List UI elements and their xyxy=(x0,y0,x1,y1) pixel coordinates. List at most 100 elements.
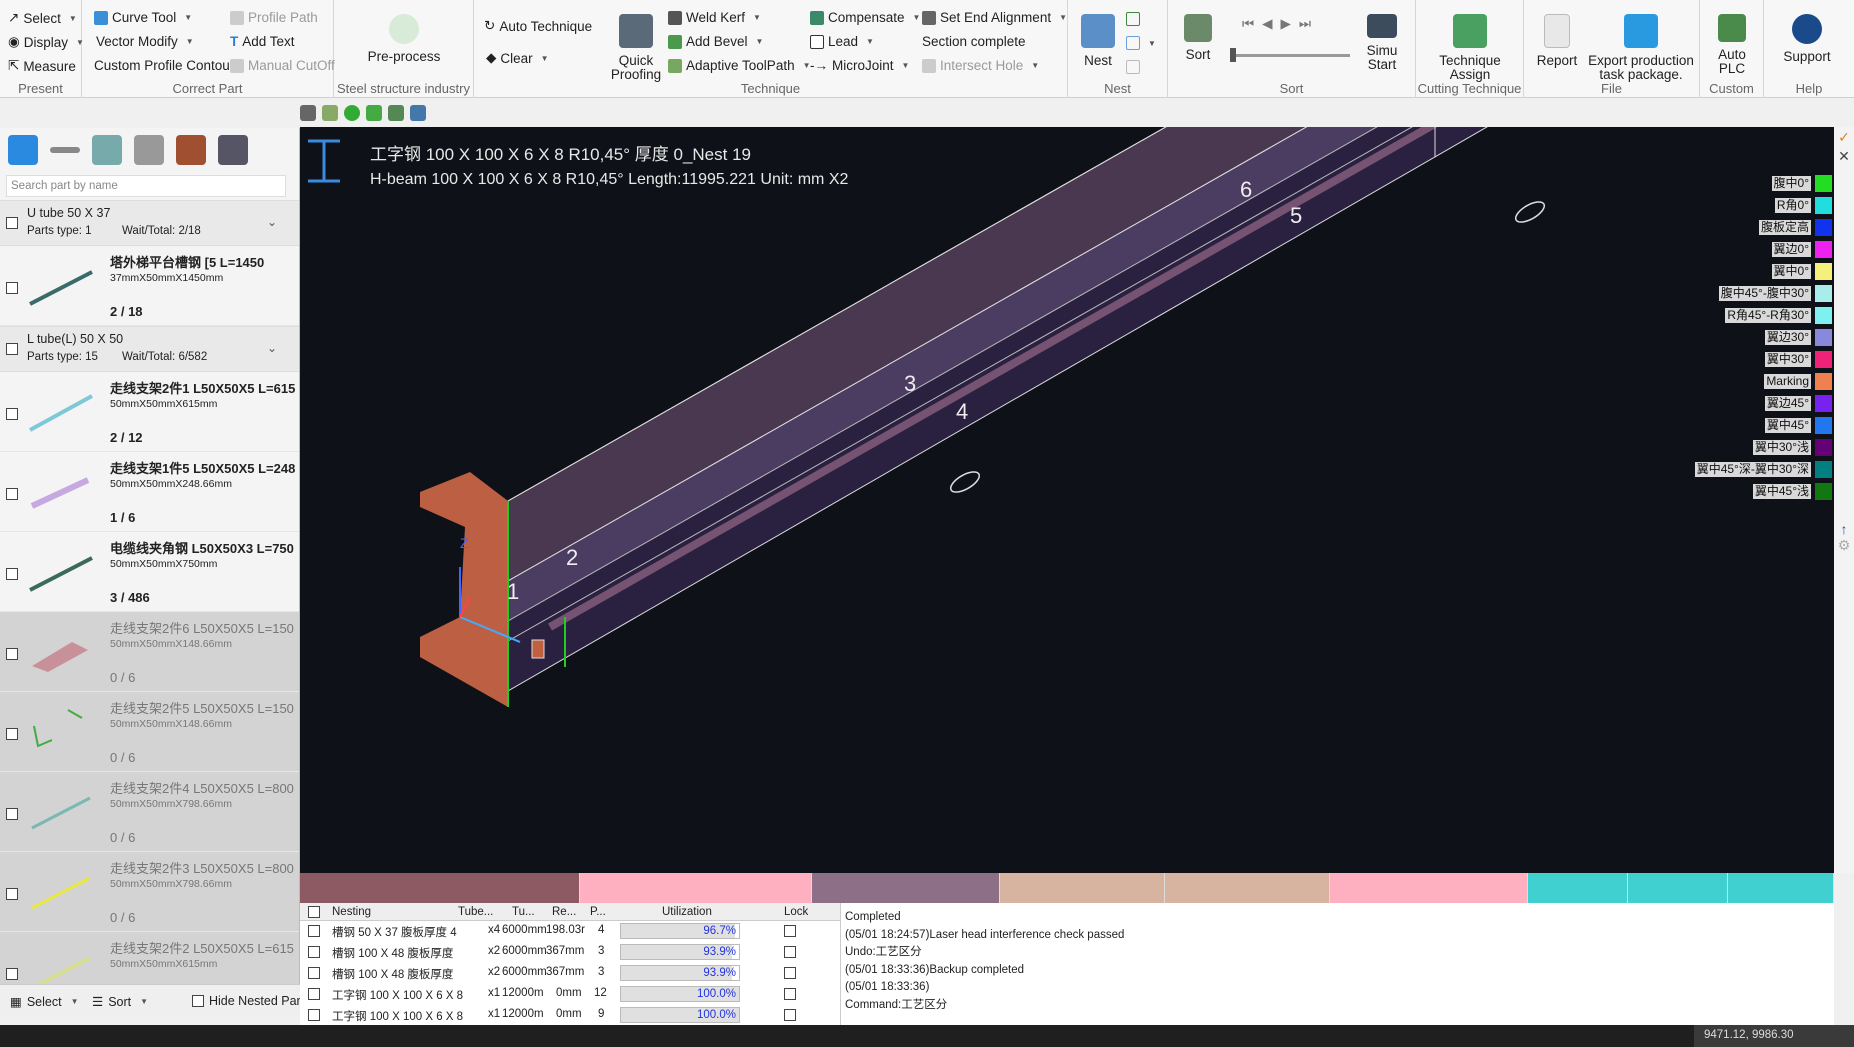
hide-nested-checkbox[interactable]: Hide Nested Part xyxy=(192,994,304,1008)
cut-label[interactable]: 4 xyxy=(956,399,968,425)
edit-list-icon[interactable] xyxy=(218,135,248,165)
lead-button[interactable]: Lead ▼ xyxy=(810,34,874,49)
add-text-button[interactable]: T Add Text xyxy=(230,34,295,49)
col-nesting[interactable]: Nesting xyxy=(332,906,371,918)
sort-slider[interactable] xyxy=(1230,54,1350,57)
report-button[interactable]: Report xyxy=(1534,14,1580,68)
sort-slider-thumb[interactable] xyxy=(1230,48,1236,62)
col-tu[interactable]: Tu... xyxy=(512,906,535,918)
part-checkbox[interactable] xyxy=(6,808,18,820)
3d-viewport[interactable]: 工字钢 100 X 100 X 6 X 8 R10,45° 厚度 0_Nest … xyxy=(300,127,1834,873)
nest-option-1[interactable] xyxy=(1126,12,1140,26)
confirm-icon[interactable]: ✓ xyxy=(1834,129,1854,146)
group-checkbox[interactable] xyxy=(6,343,18,355)
row-checkbox[interactable] xyxy=(308,946,320,958)
part-checkbox[interactable] xyxy=(6,888,18,900)
part-item[interactable]: 走线支架2件3 L50X50X5 L=800 50mmX50mmX798.66m… xyxy=(0,852,299,932)
gear-icon[interactable]: ⚙ xyxy=(1834,537,1854,554)
part-item[interactable]: 走线支架2件4 L50X50X5 L=800 50mmX50mmX798.66m… xyxy=(0,772,299,852)
bottom-select-button[interactable]: ▦ Select ▼ xyxy=(10,994,78,1010)
set-end-alignment-button[interactable]: Set End Alignment ▼ xyxy=(922,10,1067,25)
custom-profile-contour-button[interactable]: Custom Profile Contour xyxy=(94,58,234,73)
display-button[interactable]: ◉ Display ▼ xyxy=(8,34,84,50)
measure-button[interactable]: ⇱ Measure xyxy=(8,58,76,74)
pen-tool-icon[interactable] xyxy=(322,105,338,121)
sort-button[interactable]: Sort xyxy=(1176,14,1220,62)
part-checkbox[interactable] xyxy=(6,568,18,580)
nest-button[interactable]: Nest xyxy=(1076,14,1120,68)
lock-checkbox[interactable] xyxy=(784,988,796,1000)
legend-row[interactable]: 翼中45° xyxy=(1592,414,1832,436)
legend-row[interactable]: 翼边45° xyxy=(1592,392,1832,414)
clear-button[interactable]: ◆ Clear ▼ xyxy=(486,50,549,66)
part-checkbox[interactable] xyxy=(6,728,18,740)
manual-cutoff-button[interactable]: Manual CutOff xyxy=(230,58,335,73)
strip-segment[interactable] xyxy=(1000,873,1165,903)
legend-row[interactable]: 翼中45°深-翼中30°深 xyxy=(1592,458,1832,480)
strip-segment[interactable] xyxy=(1728,873,1834,903)
lock-checkbox[interactable] xyxy=(784,1009,796,1021)
hand-tool-icon[interactable] xyxy=(410,105,426,121)
col-re[interactable]: Re... xyxy=(552,906,576,918)
lock-checkbox[interactable] xyxy=(784,946,796,958)
legend-row[interactable]: 翼中0° xyxy=(1592,260,1832,282)
legend-row[interactable]: 翼边30° xyxy=(1592,326,1832,348)
part-group-header[interactable]: L tube(L) 50 X 50 Parts type: 15 Wait/To… xyxy=(0,326,299,372)
part-item[interactable]: 走线支架1件5 L50X50X5 L=248 50mmX50mmX248.66m… xyxy=(0,452,299,532)
select-button[interactable]: ↗ Select ▼ xyxy=(8,10,77,26)
col-utilization[interactable]: Utilization xyxy=(662,906,712,918)
search-part-input[interactable]: Search part by name xyxy=(6,175,286,197)
cut-label[interactable]: 6 xyxy=(1240,177,1252,203)
strip-segment[interactable] xyxy=(1528,873,1628,903)
import-list-icon[interactable] xyxy=(92,135,122,165)
playback-controls[interactable]: ⏮◀▶⏭ xyxy=(1242,16,1319,32)
strip-segment[interactable] xyxy=(1330,873,1528,903)
legend-row[interactable]: R角0° xyxy=(1592,194,1832,216)
table-row[interactable]: 槽钢 100 X 48 腹板厚度 x2 6000mm 367mm 3 93.9% xyxy=(300,942,840,963)
strip-segment[interactable] xyxy=(812,873,1000,903)
import-3d-icon[interactable] xyxy=(134,135,164,165)
table-row[interactable]: 槽钢 50 X 37 腹板厚度 4 x4 6000mm 198.03r 4 96… xyxy=(300,921,840,942)
support-button[interactable]: Support xyxy=(1772,14,1842,64)
group-checkbox[interactable] xyxy=(6,217,18,229)
legend-row[interactable]: 翼中30°浅 xyxy=(1592,436,1832,458)
export-package-button[interactable]: Export production task package. xyxy=(1586,14,1696,82)
table-row[interactable]: 槽钢 100 X 48 腹板厚度 x2 6000mm 367mm 3 93.9% xyxy=(300,963,840,984)
strip-segment[interactable] xyxy=(300,873,580,903)
lock-checkbox[interactable] xyxy=(784,925,796,937)
row-checkbox[interactable] xyxy=(308,967,320,979)
row-checkbox[interactable] xyxy=(308,925,320,937)
close-icon[interactable]: ✕ xyxy=(1834,148,1854,165)
table-row[interactable]: 工字钢 100 X 100 X 6 X 8 x1 12000m 0mm 9 10… xyxy=(300,1005,840,1026)
nest-option-3[interactable] xyxy=(1126,60,1140,74)
material-icon[interactable] xyxy=(176,135,206,165)
remove-part-icon[interactable] xyxy=(50,147,80,153)
part-item[interactable]: 走线支架2件6 L50X50X5 L=150 50mmX50mmX148.66m… xyxy=(0,612,299,692)
col-tube[interactable]: Tube... xyxy=(458,906,493,918)
lock-checkbox[interactable] xyxy=(784,967,796,979)
legend-row[interactable]: 腹板定高 xyxy=(1592,216,1832,238)
hbeam-tool-icon[interactable] xyxy=(300,105,316,121)
part-checkbox[interactable] xyxy=(6,968,18,980)
part-checkbox[interactable] xyxy=(6,282,18,294)
part-item[interactable]: 塔外梯平台槽钢 [5 L=1450 37mmX50mmX1450mm 2 / 1… xyxy=(0,246,299,326)
cut-label[interactable]: 3 xyxy=(904,371,916,397)
part-item[interactable]: 走线支架2件1 L50X50X5 L=615 50mmX50mmX615mm 2… xyxy=(0,372,299,452)
legend-row[interactable]: 翼中30° xyxy=(1592,348,1832,370)
microjoint-button[interactable]: -→ MicroJoint ▼ xyxy=(810,58,909,73)
strip-segment[interactable] xyxy=(580,873,812,903)
weld-kerf-button[interactable]: Weld Kerf ▼ xyxy=(668,10,761,25)
legend-row[interactable]: 腹中0° xyxy=(1592,172,1832,194)
pin-icon[interactable]: ↑ xyxy=(1834,521,1854,537)
strip-segment[interactable] xyxy=(1628,873,1728,903)
output-log[interactable]: Completed (05/01 18:24:57)Laser head int… xyxy=(840,903,1834,1025)
part-item[interactable]: 走线支架2件5 L50X50X5 L=150 50mmX50mmX148.66m… xyxy=(0,692,299,772)
legend-row[interactable]: 翼中45°浅 xyxy=(1592,480,1832,502)
row-checkbox[interactable] xyxy=(308,988,320,1000)
chevron-down-icon[interactable]: ⌄ xyxy=(267,341,277,355)
add-bevel-button[interactable]: Add Bevel ▼ xyxy=(668,34,763,49)
technique-assign-button[interactable]: Technique Assign xyxy=(1426,14,1514,82)
legend-row[interactable]: 腹中45°-腹中30° xyxy=(1592,282,1832,304)
intersect-hole-button[interactable]: Intersect Hole ▼ xyxy=(922,58,1039,73)
part-checkbox[interactable] xyxy=(6,488,18,500)
